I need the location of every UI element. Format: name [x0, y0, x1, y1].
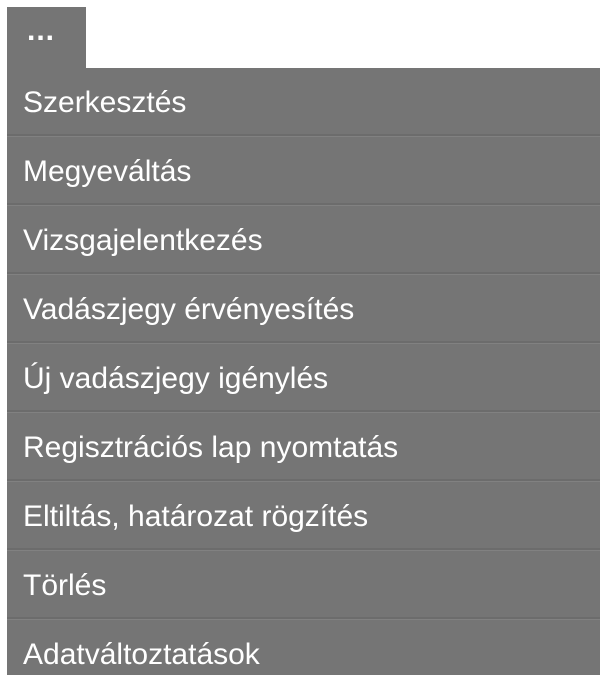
menu-item-torles[interactable]: Törlés: [7, 551, 600, 618]
more-menu-button[interactable]: ...: [7, 7, 86, 68]
menu-item-szerkesztes[interactable]: Szerkesztés: [7, 68, 600, 135]
menu-item-vadaszjegy-ervenyesites[interactable]: Vadászjegy érvényesítés: [7, 275, 600, 342]
menu-item-regisztracios-lap-nyomtatas[interactable]: Regisztrációs lap nyomtatás: [7, 413, 600, 480]
menu-item-megyevaltas[interactable]: Megyeváltás: [7, 137, 600, 204]
menu-item-eltiltas-hatarozat-rogzites[interactable]: Eltiltás, határozat rögzítés: [7, 482, 600, 549]
menu-item-uj-vadaszjegy-igenyles[interactable]: Új vadászjegy igénylés: [7, 344, 600, 411]
menu-item-vizsgajelentkezes[interactable]: Vizsgajelentkezés: [7, 206, 600, 273]
menu-item-adatvaltoztatasok[interactable]: Adatváltoztatások: [7, 620, 600, 675]
dropdown-menu: Szerkesztés Megyeváltás Vizsgajelentkezé…: [7, 68, 600, 675]
